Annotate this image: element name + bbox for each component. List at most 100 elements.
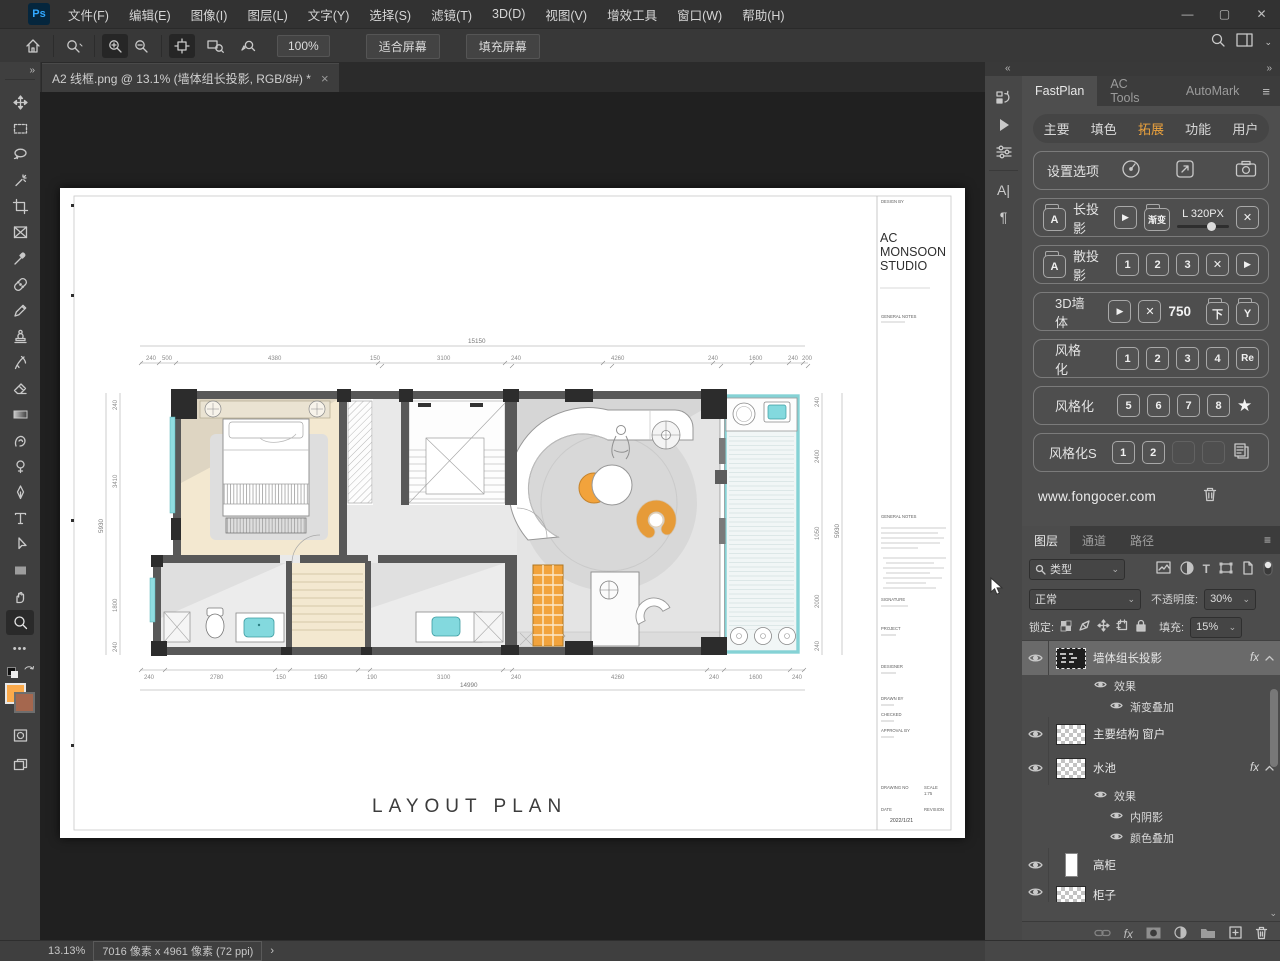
stylize-7-button[interactable]: 7 — [1177, 394, 1200, 417]
fill-screen-button[interactable]: 填充屏幕 — [466, 34, 540, 59]
zoom-percent-field[interactable]: 100% — [277, 35, 330, 57]
more-tools-icon[interactable]: ••• — [6, 636, 34, 661]
filter-adjustment-icon[interactable] — [1180, 561, 1194, 578]
stylize-1-button[interactable]: 1 — [1116, 347, 1139, 370]
stylize-8-button[interactable]: 8 — [1207, 394, 1230, 417]
menu-help[interactable]: 帮助(H) — [732, 0, 794, 28]
pill-main[interactable]: 主要 — [1044, 119, 1070, 138]
filter-toggle[interactable] — [1263, 560, 1273, 579]
layer-style-icon[interactable]: fx — [1124, 927, 1133, 941]
home-icon[interactable] — [20, 34, 46, 58]
long-shadow-swatch[interactable]: A — [1043, 208, 1066, 231]
search-icon[interactable] — [1210, 32, 1226, 53]
scatter-2-button[interactable]: 2 — [1146, 253, 1169, 276]
scatter-3-button[interactable]: 3 — [1176, 253, 1199, 276]
fill-select[interactable]: 15%⌄ — [1190, 617, 1242, 638]
stylizeS-2-button[interactable]: 2 — [1142, 441, 1165, 464]
visibility-toggle[interactable] — [1022, 848, 1049, 882]
long-shadow-slider[interactable]: L 320PX — [1177, 208, 1229, 228]
move-tool[interactable] — [6, 90, 34, 115]
type-tool[interactable] — [6, 506, 34, 531]
star-icon[interactable]: ★ — [1237, 396, 1252, 416]
stylize-re-button[interactable]: Re — [1236, 347, 1259, 370]
visibility-toggle[interactable] — [1022, 751, 1049, 785]
filter-image-icon[interactable] — [1156, 561, 1171, 577]
collapse-panels-icon[interactable]: « — [1005, 63, 1011, 74]
layer-thumbnail[interactable] — [1056, 724, 1086, 745]
copy-pages-icon[interactable] — [1232, 442, 1250, 463]
pill-user[interactable]: 用户 — [1232, 119, 1258, 138]
menu-image[interactable]: 图像(I) — [181, 0, 238, 28]
character-panel-icon[interactable]: A| — [985, 176, 1022, 203]
zoom-tool-icon[interactable] — [61, 34, 87, 58]
tab-fastplan[interactable]: FastPlan — [1022, 76, 1097, 106]
toolbar-expand-icon[interactable]: » — [0, 62, 40, 76]
pill-function[interactable]: 功能 — [1185, 119, 1211, 138]
menu-window[interactable]: 窗口(W) — [667, 0, 732, 28]
wall3d-y-button[interactable]: Y — [1236, 302, 1259, 325]
long-shadow-play-button[interactable]: ▶ — [1114, 206, 1137, 229]
layer-thumbnail[interactable] — [1065, 853, 1078, 877]
layers-scrollbar[interactable] — [1270, 689, 1278, 767]
layer-thumbnail[interactable] — [1056, 758, 1086, 779]
zoom-in-icon[interactable] — [102, 34, 128, 58]
tab-automark[interactable]: AutoMark — [1173, 76, 1253, 106]
scatter-clear-button[interactable]: ✕ — [1206, 253, 1229, 276]
filter-type-icon[interactable]: T — [1203, 562, 1210, 576]
stylize-6-button[interactable]: 6 — [1147, 394, 1170, 417]
eraser-tool[interactable] — [6, 376, 34, 401]
wall3d-down-button[interactable]: 下 — [1206, 302, 1229, 325]
camera-icon[interactable] — [1235, 160, 1257, 181]
filter-smart-icon[interactable] — [1242, 561, 1254, 578]
stylize-3-button[interactable]: 3 — [1176, 347, 1199, 370]
link-layers-icon[interactable] — [1094, 928, 1111, 941]
zoom-all-windows-icon[interactable] — [203, 34, 229, 58]
menu-filter[interactable]: 滤镜(T) — [421, 0, 482, 28]
layer-name[interactable]: 水池 — [1093, 760, 1116, 776]
menu-select[interactable]: 选择(S) — [359, 0, 421, 28]
layers-menu-icon[interactable]: ≡ — [1255, 526, 1280, 554]
layer-row-cabinet[interactable]: 柜子 — [1022, 882, 1280, 902]
layer-effects-row[interactable]: 效果 — [1022, 675, 1280, 696]
menu-view[interactable]: 视图(V) — [535, 0, 597, 28]
menu-edit[interactable]: 编辑(E) — [119, 0, 181, 28]
layer-thumbnail[interactable] — [1056, 886, 1086, 902]
eyedropper-tool[interactable] — [6, 246, 34, 271]
scatter-swatch[interactable]: A — [1043, 255, 1066, 278]
color-swatches[interactable] — [5, 683, 35, 713]
crop-tool[interactable] — [6, 194, 34, 219]
stylize-2-button[interactable]: 2 — [1146, 347, 1169, 370]
history-panel-icon[interactable] — [985, 84, 1022, 111]
zoom-tool[interactable] — [6, 610, 34, 635]
pencil-tool[interactable] — [6, 298, 34, 323]
layer-effects-row[interactable]: 效果 — [1022, 785, 1280, 806]
resize-windows-icon[interactable] — [169, 34, 195, 58]
chevron-down-icon[interactable]: ⌄ — [1264, 37, 1272, 48]
stylize-5-button[interactable]: 5 — [1117, 394, 1140, 417]
scatter-1-button[interactable]: 1 — [1116, 253, 1139, 276]
blend-mode-select[interactable]: 正常⌄ — [1029, 589, 1141, 610]
visibility-toggle[interactable] — [1022, 641, 1049, 675]
expand-panels-icon[interactable]: » — [1266, 63, 1272, 74]
smudge-tool[interactable] — [6, 428, 34, 453]
expand-box-icon[interactable] — [1175, 159, 1195, 182]
scatter-play-button[interactable]: ▶ — [1236, 253, 1259, 276]
frame-tool[interactable] — [6, 220, 34, 245]
color-overlay-row[interactable]: 颜色叠加 — [1022, 827, 1280, 848]
layer-name[interactable]: 墙体组长投影 — [1093, 650, 1162, 666]
gradient-button[interactable]: 渐变 — [1144, 208, 1170, 231]
tab-close-icon[interactable]: × — [321, 71, 329, 86]
menu-type[interactable]: 文字(Y) — [298, 0, 360, 28]
properties-panel-icon[interactable] — [985, 138, 1022, 165]
status-chevron-icon[interactable]: › — [270, 945, 274, 957]
trash-icon[interactable] — [1156, 486, 1264, 506]
scroll-down-icon[interactable]: ⌄ — [1269, 908, 1277, 919]
hand-tool[interactable] — [6, 584, 34, 609]
clone-stamp-tool[interactable] — [6, 324, 34, 349]
layer-thumbnail[interactable] — [1056, 648, 1086, 669]
lock-artboard-icon[interactable] — [1116, 619, 1129, 635]
scrubby-zoom-icon[interactable] — [237, 34, 263, 58]
layer-name[interactable]: 主要结构 窗户 — [1093, 726, 1165, 742]
pill-fill[interactable]: 填色 — [1091, 119, 1117, 138]
marquee-tool[interactable] — [6, 116, 34, 141]
